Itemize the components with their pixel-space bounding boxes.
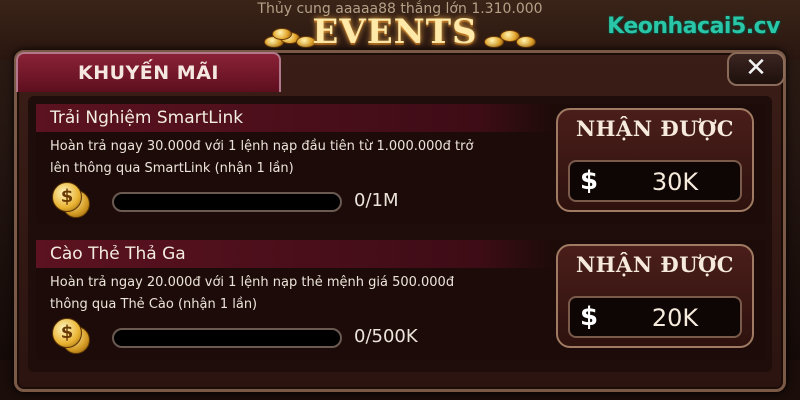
reward-title: NHẬN ĐƯỢC [575, 116, 734, 141]
reward-amount: 20K [651, 304, 699, 332]
progress-text: 0/500K [354, 326, 418, 347]
promotion-description-line: Hoàn trả ngay 20.000đ với 1 lệnh nạp thẻ… [50, 275, 455, 290]
tab-khuyen-mai[interactable]: KHUYẾN MÃI [16, 52, 281, 92]
dollar-icon: $ [580, 166, 599, 196]
progress-bar [112, 192, 342, 212]
coin-icon: $ [52, 318, 92, 354]
background-side-right [786, 60, 800, 360]
promotion-title: Cào Thẻ Thả Ga [36, 240, 556, 268]
site-watermark: Keonhacai5.cv [607, 14, 780, 39]
promotion-description: Hoàn trả ngay 30.000đ với 1 lệnh nạp đầu… [50, 136, 570, 180]
promotion-item: Trải Nghiệm SmartLink Hoàn trả ngay 30.0… [36, 104, 766, 224]
events-title: EVENTS [312, 12, 478, 52]
promotion-description-line: thông qua Thẻ Cào (nhận 1 lần) [50, 297, 258, 312]
close-icon: ✕ [745, 53, 767, 83]
coin-icon: $ [52, 182, 92, 218]
coin-pile-right-decoration [480, 26, 550, 50]
progress-text: 0/1M [354, 190, 399, 211]
promotion-description: Hoàn trả ngay 20.000đ với 1 lệnh nạp thẻ… [50, 272, 570, 316]
progress-bar [112, 328, 342, 348]
close-button[interactable]: ✕ [727, 52, 785, 86]
promotion-description-line: lên thông qua SmartLink (nhận 1 lần) [50, 161, 294, 176]
background-side-left [0, 60, 14, 360]
dollar-icon: $ [580, 302, 599, 332]
reward-value-box: $ 20K [568, 296, 742, 338]
reward-amount: 30K [651, 168, 699, 196]
reward-value-box: $ 30K [568, 160, 742, 202]
reward-title: NHẬN ĐƯỢC [575, 252, 734, 277]
promotion-title: Trải Nghiệm SmartLink [36, 104, 556, 132]
claim-reward-button[interactable]: NHẬN ĐƯỢC $ 30K [556, 108, 754, 212]
promotion-item: Cào Thẻ Thả Ga Hoàn trả ngay 20.000đ với… [36, 240, 766, 360]
claim-reward-button[interactable]: NHẬN ĐƯỢC $ 20K [556, 244, 754, 348]
promotion-description-line: Hoàn trả ngay 30.000đ với 1 lệnh nạp đầu… [50, 139, 474, 154]
